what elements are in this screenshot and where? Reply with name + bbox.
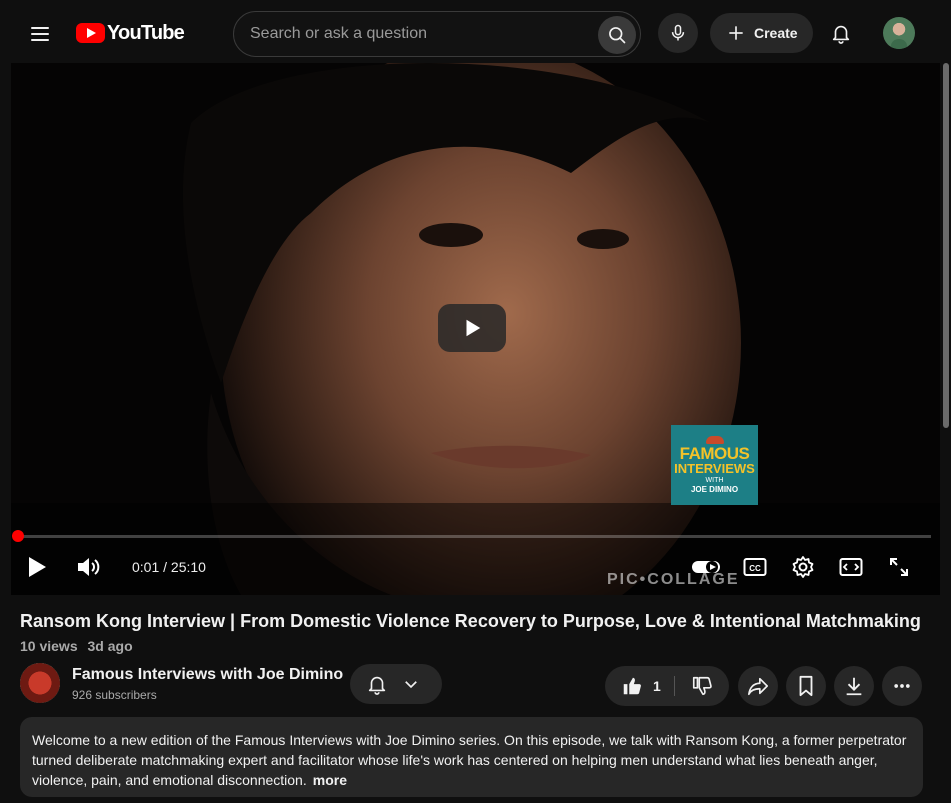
account-avatar[interactable] <box>883 17 915 49</box>
bell-icon <box>832 25 850 44</box>
save-button[interactable] <box>786 666 826 706</box>
video-meta: 10 views 3d ago <box>20 638 133 654</box>
like-count: 1 <box>653 678 661 694</box>
fullscreen-icon <box>890 558 908 576</box>
play-icon <box>29 557 46 577</box>
toggle-icon <box>692 561 720 573</box>
page-scrollbar[interactable] <box>943 63 949 428</box>
autoplay-toggle[interactable] <box>691 553 723 581</box>
time-separator: / <box>163 559 168 575</box>
play-overlay-button[interactable] <box>438 304 506 352</box>
upload-age: 3d ago <box>87 638 133 654</box>
thumbs-up-icon <box>623 677 641 695</box>
svg-text:CC: CC <box>749 564 761 573</box>
theater-icon <box>839 558 863 576</box>
like-dislike-group: 1 <box>605 666 729 706</box>
share-button[interactable] <box>738 666 778 706</box>
subscribed-notifications-button[interactable] <box>350 664 442 704</box>
logo-text: YouTube <box>107 21 185 44</box>
gear-icon <box>792 556 814 578</box>
create-label: Create <box>754 25 798 41</box>
subscriber-count: 926 subscribers <box>72 688 157 702</box>
badge-line2: INTERVIEWS <box>674 461 755 476</box>
more-horizontal-icon <box>894 684 910 688</box>
play-icon <box>466 319 481 337</box>
like-button[interactable]: 1 <box>605 666 674 706</box>
badge-line1: FAMOUS <box>679 444 750 463</box>
volume-button[interactable] <box>73 553 103 581</box>
progress-bar[interactable] <box>17 535 931 538</box>
search-icon <box>609 27 626 44</box>
description-text: Welcome to a new edition of the Famous I… <box>32 732 907 788</box>
share-icon <box>748 677 768 696</box>
current-time: 0:01 <box>132 559 160 575</box>
theater-mode-button[interactable] <box>837 553 865 581</box>
thumbs-down-icon <box>692 676 712 696</box>
bookmark-icon <box>799 675 813 697</box>
chevron-down-icon <box>405 681 417 689</box>
create-button[interactable]: Create <box>710 13 813 53</box>
captions-icon: CC <box>743 558 767 576</box>
dislike-button[interactable] <box>675 666 729 706</box>
more-actions-button[interactable] <box>882 666 922 706</box>
crest-icon <box>705 436 724 444</box>
channel-avatar[interactable] <box>20 663 60 703</box>
search-input[interactable] <box>250 12 590 56</box>
youtube-logo[interactable]: YouTube <box>76 20 185 46</box>
bell-icon <box>368 676 386 695</box>
description-box[interactable]: Welcome to a new edition of the Famous I… <box>20 717 923 797</box>
scrubber-knob[interactable] <box>11 530 24 542</box>
download-button[interactable] <box>834 666 874 706</box>
notifications-button[interactable] <box>821 13 861 53</box>
play-button[interactable] <box>23 553 51 581</box>
search-button[interactable] <box>598 16 636 54</box>
youtube-play-icon <box>76 23 105 43</box>
top-bar: YouTube Create <box>0 0 951 64</box>
video-title: Ransom Kong Interview | From Domestic Vi… <box>20 611 921 631</box>
channel-name[interactable]: Famous Interviews with Joe Dimino <box>72 666 343 684</box>
description-more-link[interactable]: more <box>313 772 347 788</box>
time-display: 0:01 / 25:10 <box>132 559 206 575</box>
captions-button[interactable]: CC <box>741 553 769 581</box>
volume-icon <box>78 558 100 576</box>
fullscreen-button[interactable] <box>885 553 913 581</box>
video-player[interactable]: FAMOUS INTERVIEWS WITH JOE DIMINO PIC•CO… <box>11 63 940 595</box>
plus-icon <box>729 26 743 40</box>
channel-logo-overlay: FAMOUS INTERVIEWS WITH JOE DIMINO <box>671 425 758 505</box>
duration: 25:10 <box>170 559 206 575</box>
menu-icon[interactable] <box>22 16 58 52</box>
badge-line3: WITH <box>705 477 724 484</box>
view-count: 10 views <box>20 638 78 654</box>
search-box <box>233 11 641 57</box>
settings-button[interactable] <box>789 553 817 581</box>
badge-line4: JOE DIMINO <box>690 485 739 494</box>
microphone-icon <box>671 24 685 41</box>
download-icon <box>846 677 862 696</box>
voice-search-button[interactable] <box>658 13 698 53</box>
